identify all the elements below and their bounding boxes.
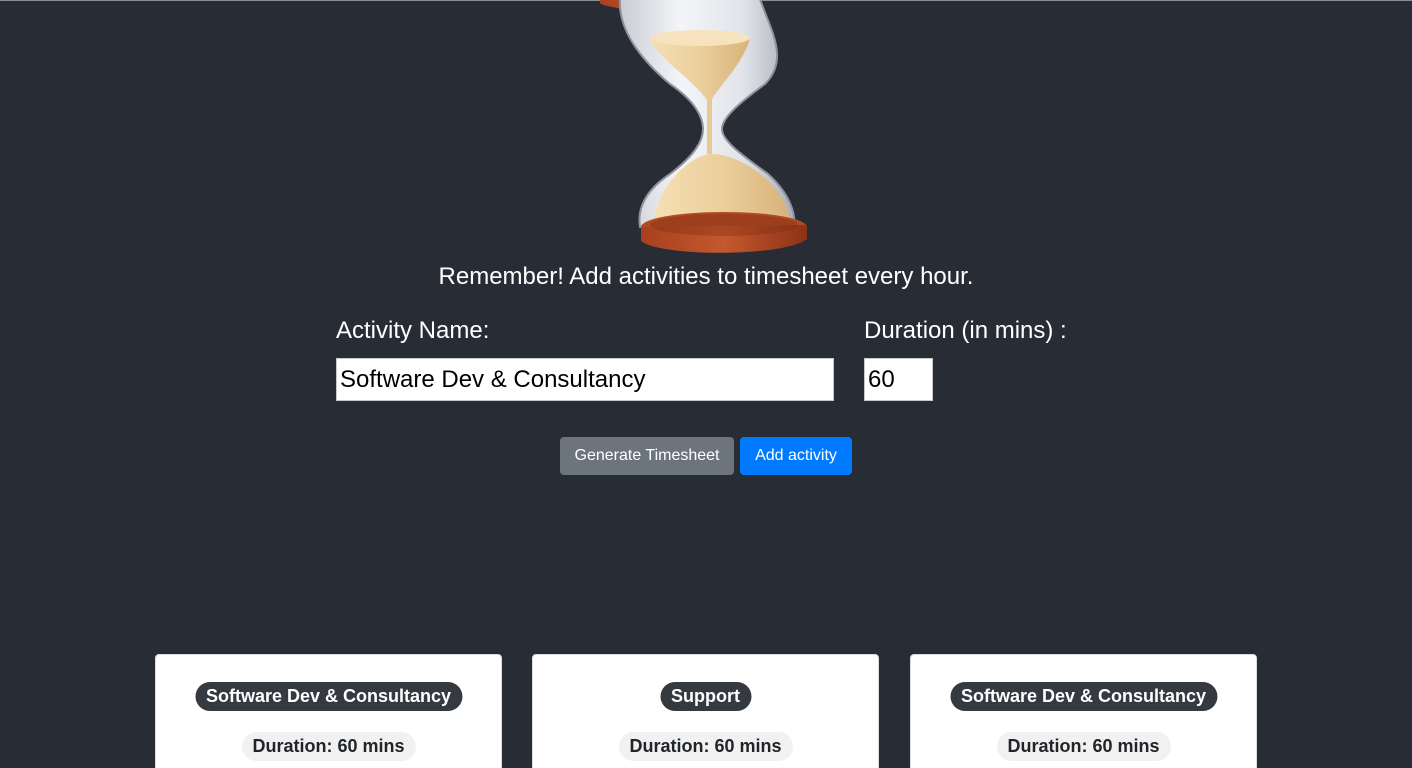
duration-input[interactable] xyxy=(864,358,933,401)
reminder-message: Remember! Add activities to timesheet ev… xyxy=(438,263,974,290)
activity-name-badge: Software Dev & Consultancy xyxy=(194,682,463,711)
activity-name-label: Activity Name: xyxy=(336,317,490,344)
hourglass-icon xyxy=(600,0,807,253)
activity-duration-badge: Duration: 60 mins xyxy=(996,732,1171,761)
duration-label: Duration (in mins) : xyxy=(864,317,1067,344)
activity-name-badge: Software Dev & Consultancy xyxy=(949,682,1218,711)
activity-card: Support Duration: 60 mins xyxy=(532,654,879,768)
activity-name-badge: Support xyxy=(660,682,751,711)
activity-name-input[interactable] xyxy=(336,358,834,401)
activity-duration-badge: Duration: 60 mins xyxy=(618,732,793,761)
activity-duration-badge: Duration: 60 mins xyxy=(241,732,416,761)
add-activity-button[interactable]: Add activity xyxy=(740,437,852,475)
generate-timesheet-button[interactable]: Generate Timesheet xyxy=(560,437,734,475)
activity-card: Software Dev & Consultancy Duration: 60 … xyxy=(155,654,502,768)
activity-card: Software Dev & Consultancy Duration: 60 … xyxy=(910,654,1257,768)
